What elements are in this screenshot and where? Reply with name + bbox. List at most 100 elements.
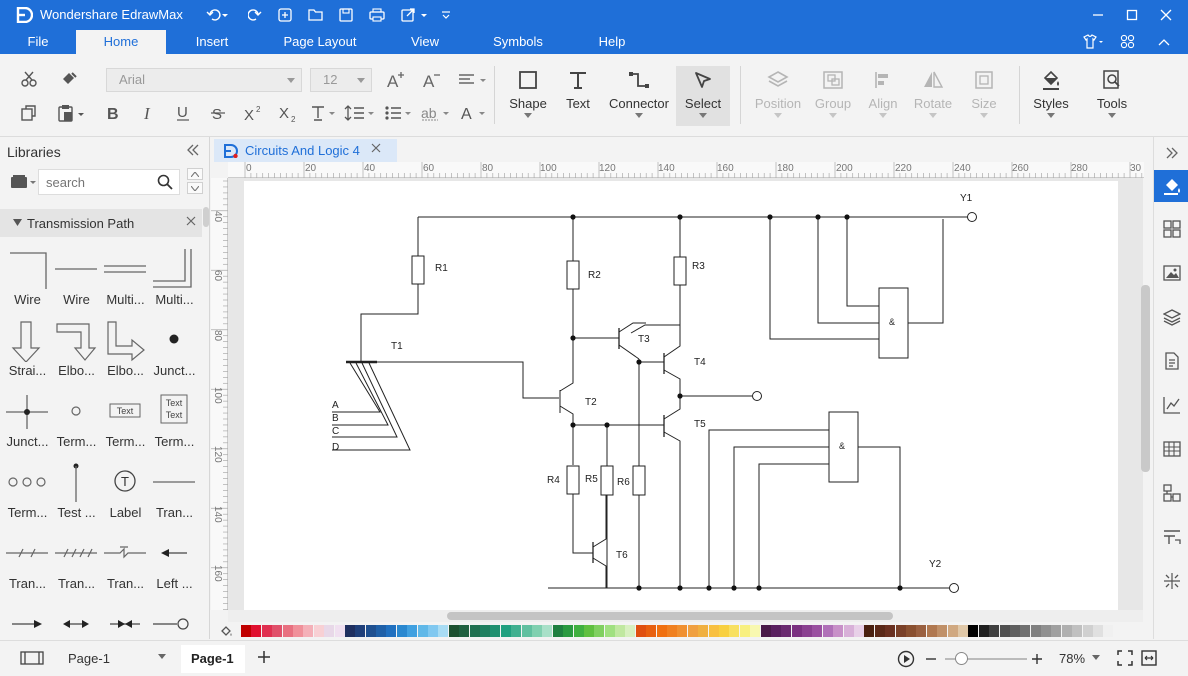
shape-wire[interactable]: Wire	[52, 243, 101, 314]
color-swatch[interactable]	[407, 625, 418, 637]
color-swatch[interactable]	[978, 625, 989, 637]
color-swatch[interactable]	[479, 625, 490, 637]
color-swatch[interactable]	[355, 625, 366, 637]
connection-points-icon[interactable]	[1154, 565, 1188, 597]
shape-transmission-line[interactable]: Tran...	[150, 456, 199, 527]
color-swatch[interactable]	[885, 625, 896, 637]
close-tab-icon[interactable]	[371, 143, 381, 153]
shape-multi-wire[interactable]: Multi...	[101, 243, 150, 314]
align-button[interactable]: Align	[856, 66, 910, 126]
scroll-down-button[interactable]	[187, 182, 203, 194]
color-swatch[interactable]	[386, 625, 397, 637]
text-align-icon[interactable]	[458, 69, 488, 91]
shape-label-symbol[interactable]: T Label	[101, 456, 150, 527]
color-swatch[interactable]	[989, 625, 1000, 637]
table-icon[interactable]	[1154, 433, 1188, 465]
color-swatch[interactable]	[1082, 625, 1093, 637]
document-tab[interactable]: Circuits And Logic 4	[214, 139, 397, 162]
shape-elbow-arrow-right[interactable]: Elbo...	[101, 314, 150, 385]
color-swatch[interactable]	[573, 625, 584, 637]
tab-home[interactable]: Home	[76, 30, 166, 54]
color-swatch[interactable]	[854, 625, 865, 637]
italic-icon[interactable]: I	[137, 102, 159, 124]
add-page-icon[interactable]	[257, 650, 271, 664]
position-button[interactable]: Position	[751, 66, 805, 126]
library-search-input[interactable]	[39, 170, 149, 194]
page-properties-icon[interactable]	[1154, 345, 1188, 377]
shape-terminal-text[interactable]: Text Term...	[101, 385, 150, 456]
color-swatch[interactable]	[490, 625, 501, 637]
rotate-button[interactable]: Rotate	[906, 66, 960, 126]
color-swatch[interactable]	[542, 625, 553, 637]
chevron-down-icon[interactable]	[1092, 655, 1100, 660]
subscript-icon[interactable]: X2	[277, 102, 299, 124]
color-swatch[interactable]	[303, 625, 314, 637]
paste-icon[interactable]	[56, 102, 86, 124]
fit-page-icon[interactable]	[1117, 650, 1133, 666]
color-swatch[interactable]	[937, 625, 948, 637]
color-swatch[interactable]	[656, 625, 667, 637]
shape-transmission-zigzag[interactable]: Tran...	[101, 527, 150, 598]
vertical-scrollbar[interactable]	[1141, 285, 1150, 472]
save-icon[interactable]	[335, 5, 357, 25]
color-swatch[interactable]	[916, 625, 927, 637]
color-swatch[interactable]	[438, 625, 449, 637]
new-file-icon[interactable]	[274, 5, 296, 25]
color-swatch[interactable]	[957, 625, 968, 637]
color-swatch[interactable]	[251, 625, 262, 637]
print-icon[interactable]	[366, 5, 388, 25]
shape-transmission-slash[interactable]: Tran...	[3, 527, 52, 598]
tab-file[interactable]: File	[16, 30, 60, 54]
drawing-canvas[interactable]: R1 R2 R3 T1 T2 T3 T4 T5 T6 R4 R5 R6 Y1 Y…	[228, 178, 1143, 610]
color-swatch[interactable]	[459, 625, 470, 637]
tab-insert[interactable]: Insert	[182, 30, 242, 54]
zoom-slider-knob[interactable]	[955, 652, 968, 665]
color-swatch[interactable]	[1093, 625, 1104, 637]
expand-right-panel-icon[interactable]	[1154, 137, 1188, 169]
color-swatch[interactable]	[947, 625, 958, 637]
color-swatch[interactable]	[822, 625, 833, 637]
color-swatch[interactable]	[677, 625, 688, 637]
color-swatch[interactable]	[594, 625, 605, 637]
apps-grid-icon[interactable]	[1120, 30, 1140, 54]
color-swatch[interactable]	[968, 625, 979, 637]
close-window-button[interactable]	[1148, 0, 1184, 30]
format-painter-icon[interactable]	[58, 68, 80, 90]
color-swatch[interactable]	[667, 625, 678, 637]
tab-page-layout[interactable]: Page Layout	[274, 30, 366, 54]
shape-straight-arrow[interactable]: Strai...	[3, 314, 52, 385]
color-swatch[interactable]	[583, 625, 594, 637]
color-swatch[interactable]	[376, 625, 387, 637]
chevron-down-icon[interactable]	[158, 654, 166, 659]
color-swatch[interactable]	[999, 625, 1010, 637]
color-swatch[interactable]	[895, 625, 906, 637]
collapse-panel-icon[interactable]	[186, 143, 200, 157]
tshirt-icon[interactable]	[1080, 30, 1110, 54]
group-button[interactable]: Group	[806, 66, 860, 126]
play-presentation-icon[interactable]	[897, 650, 915, 668]
color-swatch[interactable]	[812, 625, 823, 637]
undo-icon[interactable]	[206, 5, 228, 25]
strikethrough-icon[interactable]: S	[207, 102, 229, 124]
layout-grid-icon[interactable]	[1154, 213, 1188, 245]
color-swatch[interactable]	[1041, 625, 1052, 637]
fill-bucket-icon[interactable]	[219, 624, 233, 638]
shape-terminal-circle[interactable]: Term...	[52, 385, 101, 456]
page-select[interactable]: Page-1	[68, 651, 110, 666]
connector-tool-button[interactable]: Connector	[606, 66, 672, 126]
page-view-icon[interactable]	[20, 650, 44, 666]
color-swatch[interactable]	[261, 625, 272, 637]
minimize-button[interactable]	[1080, 0, 1116, 30]
chart-analytics-icon[interactable]	[1154, 389, 1188, 421]
redo-icon[interactable]	[244, 5, 266, 25]
image-icon[interactable]	[1154, 257, 1188, 289]
color-swatch[interactable]	[563, 625, 574, 637]
line-spacing-icon[interactable]	[344, 102, 376, 124]
color-swatch[interactable]	[615, 625, 626, 637]
shape-junction-dot[interactable]: Junct...	[150, 314, 199, 385]
shape-wire-elbow[interactable]: Wire	[3, 243, 52, 314]
maximize-button[interactable]	[1114, 0, 1150, 30]
font-color-icon[interactable]: A	[460, 102, 488, 124]
color-swatch[interactable]	[708, 625, 719, 637]
export-icon[interactable]	[400, 5, 430, 25]
